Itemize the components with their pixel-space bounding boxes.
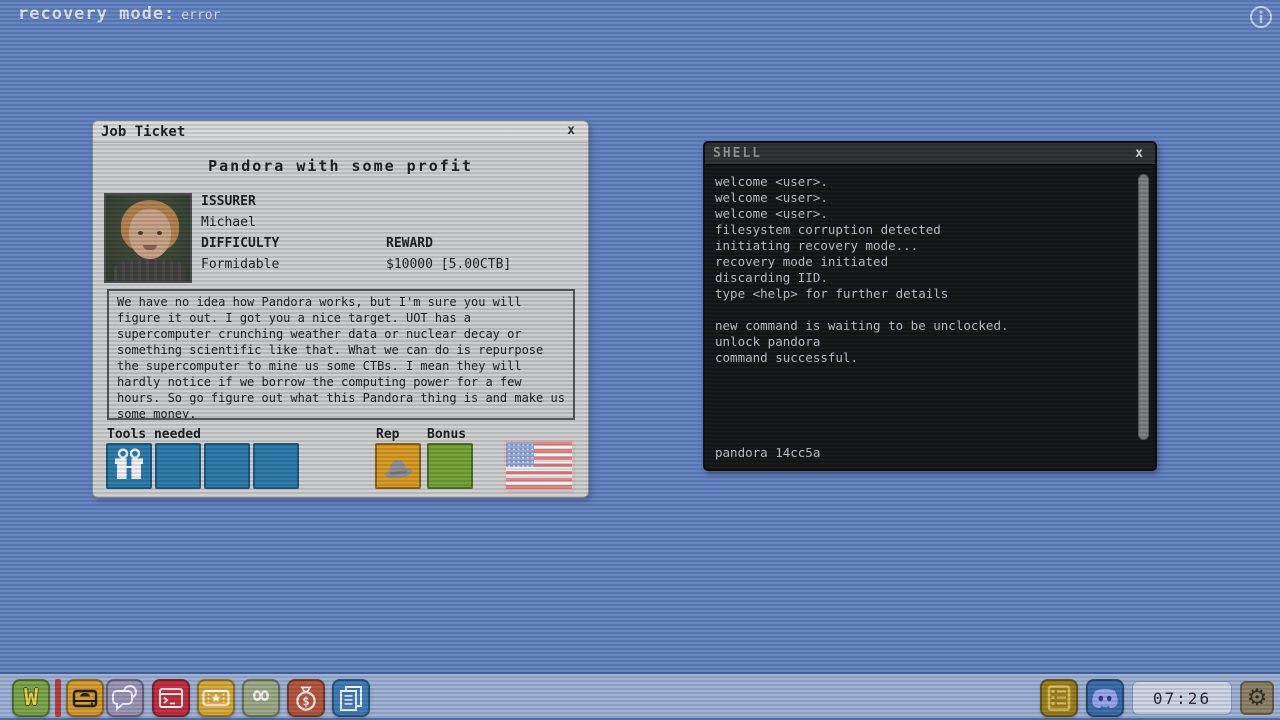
clock-time: 07:26 [1153,689,1211,708]
terminal-icon [152,679,190,717]
taskbar-item-finance[interactable]: $ [287,679,325,717]
rep-slot[interactable] [375,443,421,489]
job-ticket-window-title: Job Ticket [101,124,185,140]
portrait-eye [157,231,162,235]
spacer [386,194,511,215]
desktop: recovery mode: error Job Ticket x Pandor… [0,0,1280,720]
job-description-box: We have no idea how Pandora works, but I… [107,289,575,420]
scrollbar-thumb[interactable] [1138,174,1149,440]
tools-needed-label: Tools needed [107,427,201,442]
portrait-mouth [143,245,157,250]
spacer [386,215,511,236]
svg-text:$: $ [302,695,309,709]
shell-line: welcome <user>. [715,190,1129,206]
shell-line: new command is waiting to be unclocked. [715,318,1129,334]
recovery-mode-label: recovery mode: [18,4,175,24]
shell-line: filesystem corruption detected [715,222,1129,238]
gear-icon: ⚙ [1247,687,1268,710]
bonus-label: Bonus [427,427,466,442]
taskbar-item-settings[interactable]: ⚙ [1240,681,1274,715]
shell-output: welcome <user>.welcome <user>.welcome <u… [715,174,1129,366]
taskbar: W [0,672,1280,720]
close-icon[interactable]: x [1132,146,1146,161]
rep-label: Rep [376,427,399,442]
taskbar-item-notes[interactable] [332,679,370,717]
journal-icon [1040,679,1078,717]
issuer-portrait [104,193,192,283]
hat-icon [377,445,419,487]
drive-icon [66,679,104,717]
job-fields: ISSURER Michael DIFFICULTY REWARD Formid… [201,194,511,278]
shell-line: welcome <user>. [715,174,1129,190]
taskbar-item-chat[interactable] [106,679,144,717]
w-glyph: W [24,687,38,710]
notes-icon [332,679,370,717]
shell-line: type <help> for further details [715,286,1129,302]
infinity-icon: ∞ [253,685,269,707]
shell-scrollbar[interactable] [1137,172,1150,461]
issuer-name: Michael [201,215,386,236]
shell-line: recovery mode initiated [715,254,1129,270]
bonus-slot[interactable] [427,443,473,489]
taskbar-item-terminal[interactable] [152,679,190,717]
difficulty-value: Formidable [201,257,386,278]
taskbar-item-jobs[interactable] [197,679,235,717]
shell-line [715,302,1129,318]
taskbar-item-journal[interactable] [1040,679,1078,717]
reward-value: $10000 [5.00CTB] [386,257,511,278]
taskbar-item-drive[interactable] [66,679,104,717]
difficulty-label: DIFFICULTY [201,236,386,257]
job-ticket-window: Job Ticket x Pandora with some profit IS… [92,120,589,498]
recovery-mode-value: error [181,8,220,23]
tool-slot-empty[interactable] [253,443,299,489]
portrait-face [129,209,171,259]
tool-slot-empty[interactable] [155,443,201,489]
info-icon[interactable] [1248,4,1274,30]
shell-line: unlock pandora [715,334,1129,350]
taskbar-item-workspace[interactable]: W [12,679,50,717]
shell-line: welcome <user>. [715,206,1129,222]
chat-icon [106,679,144,717]
job-ticket-titlebar[interactable]: Job Ticket x [93,121,588,143]
shell-line: initiating recovery mode... [715,238,1129,254]
shell-window: SHELL x welcome <user>.welcome <user>.we… [703,141,1157,471]
portrait-eye [138,231,143,235]
job-title: Pandora with some profit [93,157,588,175]
shell-window-title: SHELL [713,146,762,161]
discord-icon [1086,679,1124,717]
reward-label: REWARD [386,236,511,257]
shell-titlebar[interactable]: SHELL x [705,143,1155,165]
issuer-label: ISSURER [201,194,386,215]
us-flag [506,442,572,489]
shell-line: discarding IID. [715,270,1129,286]
shell-prompt[interactable]: pandora 14cc5a [715,445,820,461]
close-icon[interactable]: x [564,123,578,138]
portrait-shirt [114,259,186,283]
taskbar-item-discord[interactable] [1086,679,1124,717]
money-bag-icon: $ [287,679,325,717]
ticket-icon [197,679,235,717]
recovery-mode-status: recovery mode: error [18,4,220,24]
taskbar-separator [55,679,61,717]
flag-canton [506,442,534,467]
tool-slot-gift[interactable] [106,443,152,489]
gift-icon [108,445,150,487]
shell-line: command successful. [715,350,1129,366]
taskbar-item-infinity[interactable]: ∞ [242,679,280,717]
job-description-text: We have no idea how Pandora works, but I… [117,295,565,420]
tool-slot-empty[interactable] [204,443,250,489]
taskbar-clock: 07:26 [1132,681,1232,715]
